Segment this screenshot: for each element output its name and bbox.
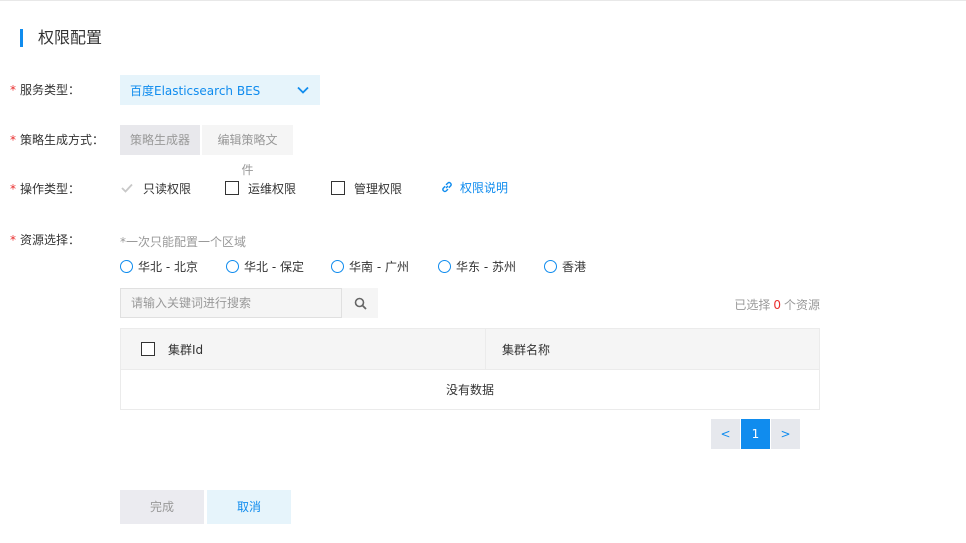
admin-permission-checkbox[interactable]: 管理权限 (331, 179, 402, 197)
pagination-page-1[interactable]: 1 (741, 419, 770, 449)
checkbox[interactable] (331, 181, 345, 195)
table-header: 集群Id 集群名称 (121, 329, 819, 369)
select-all-checkbox[interactable] (141, 342, 155, 356)
radio-button[interactable] (544, 259, 557, 273)
readonly-permission-label: 只读权限 (143, 181, 192, 196)
radio-button[interactable] (226, 259, 239, 273)
operation-type-label: * 操作类型： (10, 182, 81, 196)
page-title: 权限配置 (38, 28, 103, 47)
service-type-value: 百度Elasticsearch BES (130, 83, 261, 98)
pagination-prev-button[interactable]: < (711, 419, 740, 449)
service-type-label: * 服务类型： (10, 83, 81, 97)
checkbox-checked-disabled[interactable] (120, 181, 134, 195)
radio-button[interactable] (438, 259, 451, 273)
column-header-cluster-id: 集群Id (121, 329, 486, 369)
region-hint: *一次只能配置一个区域 (120, 235, 247, 249)
region-radio-beijing[interactable]: 华北 - 北京 (120, 258, 198, 274)
required-mark: * (10, 133, 16, 147)
resource-select-label: * 资源选择： (10, 233, 81, 247)
link-icon (442, 181, 452, 193)
title-accent-bar (20, 29, 23, 47)
ops-permission-label: 运维权限 (248, 181, 297, 196)
checkbox[interactable] (225, 181, 239, 195)
chevron-down-icon (297, 86, 309, 94)
edit-policy-file-tab[interactable]: 编辑策略文件 (202, 125, 293, 177)
done-button[interactable]: 完成 (120, 490, 204, 524)
selected-count-number: 0 (773, 298, 781, 312)
region-radio-hongkong[interactable]: 香港 (544, 258, 586, 274)
required-mark: * (10, 83, 16, 97)
region-radio-suzhou[interactable]: 华东 - 苏州 (438, 258, 516, 274)
check-icon (121, 183, 133, 193)
readonly-permission-checkbox[interactable]: 只读权限 (120, 179, 191, 197)
selected-resource-count: 已选择 0 个资源 (734, 298, 820, 312)
service-type-select[interactable]: 百度Elasticsearch BES (120, 75, 320, 105)
column-header-cluster-name: 集群名称 (502, 342, 551, 357)
top-divider (0, 0, 966, 1)
section-header: 权限配置 (20, 28, 102, 48)
admin-permission-label: 管理权限 (354, 181, 403, 196)
policy-generator-tab[interactable]: 策略生成器 (120, 125, 200, 155)
cancel-button[interactable]: 取消 (207, 490, 291, 524)
resource-search-input[interactable] (120, 288, 342, 318)
region-radio-baoding[interactable]: 华北 - 保定 (226, 258, 304, 274)
search-icon (354, 297, 367, 310)
table-empty-row: 没有数据 (121, 369, 819, 409)
radio-button[interactable] (331, 259, 344, 273)
policy-mode-label: * 策略生成方式： (10, 133, 105, 147)
permission-help-link[interactable]: 权限说明 (440, 178, 508, 196)
required-mark: * (10, 233, 16, 247)
region-radio-guangzhou[interactable]: 华南 - 广州 (331, 258, 409, 274)
radio-button[interactable] (120, 259, 133, 273)
permission-help-text: 权限说明 (460, 180, 509, 195)
cluster-table: 集群Id 集群名称 没有数据 (120, 328, 820, 410)
ops-permission-checkbox[interactable]: 运维权限 (225, 179, 296, 197)
pagination-next-button[interactable]: > (771, 419, 800, 449)
required-mark: * (10, 182, 16, 196)
search-button[interactable] (342, 288, 378, 318)
